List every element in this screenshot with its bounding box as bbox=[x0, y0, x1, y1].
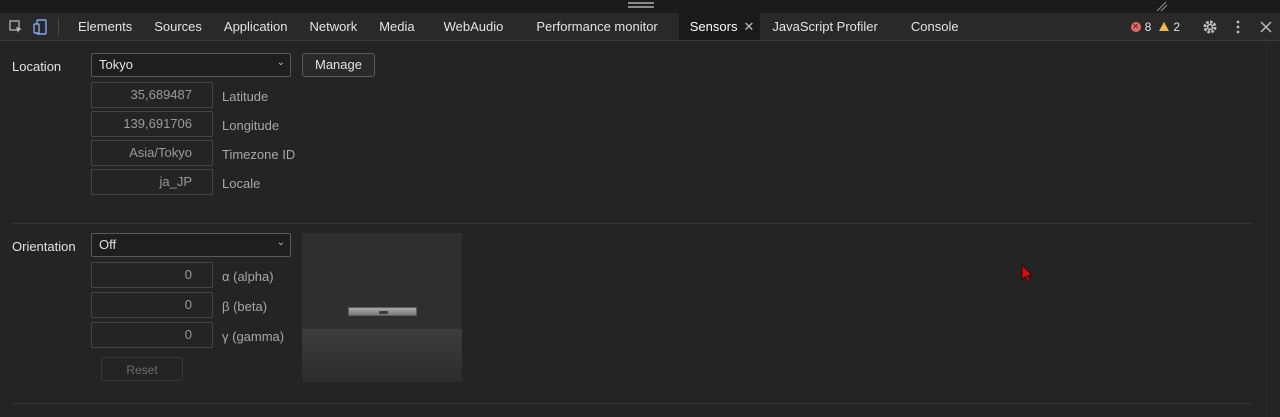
device-model-icon[interactable] bbox=[348, 307, 417, 316]
gamma-input[interactable]: 0 bbox=[91, 322, 213, 348]
manage-button[interactable]: Manage bbox=[302, 53, 375, 77]
longitude-input[interactable]: 139,691706 bbox=[91, 111, 213, 137]
tab-label: Sensors bbox=[689, 19, 738, 34]
beta-input[interactable]: 0 bbox=[91, 292, 213, 318]
tab-label: Elements bbox=[78, 19, 133, 34]
locale-label: Locale bbox=[222, 176, 261, 191]
orientation-selected-value: Off bbox=[99, 237, 117, 252]
tab-javascript-profiler[interactable]: JavaScript Profiler bbox=[760, 13, 899, 40]
beta-label: β (beta) bbox=[222, 299, 268, 314]
location-selected-value: Tokyo bbox=[99, 57, 133, 72]
toolbar-right-group: ✕ 8 2 bbox=[1130, 13, 1280, 40]
reset-button[interactable]: Reset bbox=[101, 357, 183, 381]
chevron-down-icon: ⌄ bbox=[276, 57, 285, 68]
locale-input[interactable]: ja_JP bbox=[91, 169, 213, 195]
error-count: 8 bbox=[1144, 19, 1152, 34]
tab-sensors[interactable]: Sensors ✕ bbox=[678, 13, 761, 40]
warning-count: 2 bbox=[1173, 19, 1180, 34]
tab-label: Performance monitor bbox=[536, 19, 658, 34]
timezone-label: Timezone ID bbox=[222, 147, 296, 162]
tab-label: WebAudio bbox=[443, 19, 504, 34]
tab-label: JavaScript Profiler bbox=[772, 19, 878, 34]
mouse-cursor-icon bbox=[1021, 264, 1033, 283]
tab-network[interactable]: Network bbox=[299, 13, 369, 40]
issues-counter[interactable]: ✕ 8 2 bbox=[1130, 19, 1180, 34]
inspect-element-icon[interactable] bbox=[4, 13, 28, 40]
error-icon: ✕ bbox=[1130, 21, 1141, 32]
tab-label: Media bbox=[379, 19, 415, 34]
more-options-icon[interactable] bbox=[1224, 13, 1252, 40]
tab-webaudio[interactable]: WebAudio bbox=[426, 13, 520, 40]
section-divider bbox=[12, 223, 1252, 224]
tab-label: Console bbox=[910, 19, 959, 34]
panel-drag-strip[interactable] bbox=[0, 0, 1280, 13]
resize-corner-icon[interactable] bbox=[1154, 0, 1168, 12]
gamma-label: γ (gamma) bbox=[222, 329, 285, 344]
location-select[interactable]: Tokyo ⌄ bbox=[91, 53, 291, 77]
orientation-preview[interactable] bbox=[302, 233, 462, 382]
latitude-input[interactable]: 35,689487 bbox=[91, 82, 213, 108]
tab-label: Network bbox=[309, 19, 358, 34]
sensors-panel: Location Tokyo ⌄ Manage 35,689487 Latitu… bbox=[0, 41, 1280, 417]
longitude-label: Longitude bbox=[222, 118, 280, 133]
tab-label: Sources bbox=[154, 19, 202, 34]
chevron-down-icon: ⌄ bbox=[276, 237, 285, 248]
close-devtools-icon[interactable] bbox=[1252, 13, 1280, 40]
drag-handle-icon[interactable] bbox=[628, 2, 654, 8]
timezone-input[interactable]: Asia/Tokyo bbox=[91, 140, 213, 166]
tab-performance-monitor[interactable]: Performance monitor bbox=[519, 13, 678, 40]
orientation-label: Orientation bbox=[12, 239, 76, 254]
device-toolbar-icon[interactable] bbox=[28, 13, 52, 40]
tab-label: Application bbox=[223, 19, 288, 34]
vertical-scrollbar[interactable] bbox=[1266, 41, 1280, 417]
tab-console[interactable]: Console bbox=[900, 13, 970, 40]
tab-application[interactable]: Application bbox=[213, 13, 299, 40]
toolbar-separator bbox=[58, 17, 59, 36]
tab-sources[interactable]: Sources bbox=[143, 13, 213, 40]
alpha-label: α (alpha) bbox=[222, 269, 274, 284]
section-divider bbox=[12, 403, 1252, 404]
tab-elements[interactable]: Elements bbox=[67, 13, 143, 40]
warning-icon bbox=[1159, 22, 1170, 31]
device-camera bbox=[379, 311, 388, 314]
orientation-select[interactable]: Off ⌄ bbox=[91, 233, 291, 257]
devtools-toolbar: Elements Sources Application Network Med… bbox=[0, 13, 1280, 41]
close-tab-icon[interactable]: ✕ bbox=[743, 19, 754, 35]
settings-gear-icon[interactable] bbox=[1196, 13, 1224, 40]
preview-floor bbox=[302, 329, 462, 382]
latitude-label: Latitude bbox=[222, 89, 269, 104]
location-label: Location bbox=[12, 59, 62, 74]
alpha-input[interactable]: 0 bbox=[91, 262, 213, 288]
tab-media[interactable]: Media bbox=[368, 13, 425, 40]
